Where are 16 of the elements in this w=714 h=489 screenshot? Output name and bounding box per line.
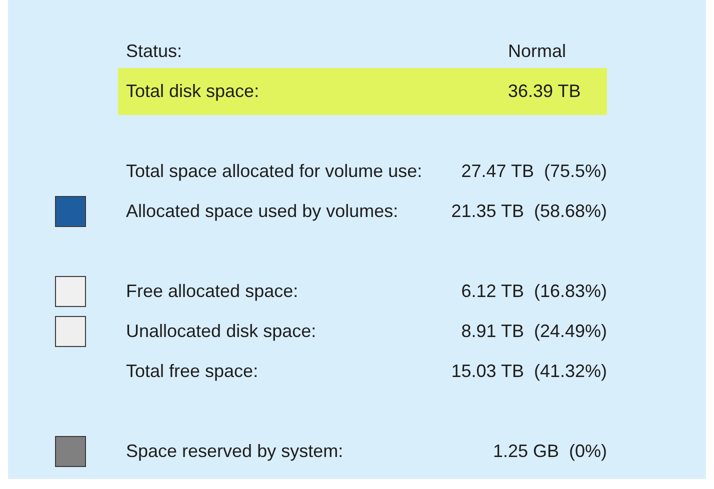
field-value: Normal — [508, 40, 566, 62]
field-label: Total disk space: — [126, 80, 260, 103]
field-value: 1.25 GB (0%) — [492, 440, 607, 463]
field-label: Status: — [126, 40, 184, 62]
field-label: Unallocated disk space: — [126, 320, 318, 343]
field-value: 36.39 TB — [508, 80, 581, 102]
field-label: Allocated space used by volumes: — [126, 200, 400, 223]
field-value: 15.03 TB (41.32%) — [451, 360, 607, 383]
field-label: Space reserved by system: — [126, 440, 344, 463]
field-value: 21.35 TB (58.68%) — [451, 200, 607, 223]
field-value: 8.91 TB (24.49%) — [461, 320, 607, 343]
field-value: 6.12 TB (16.83%) — [461, 280, 607, 303]
field-label: Total space allocated for volume use: — [126, 160, 424, 183]
field-label: Total free space: — [126, 360, 260, 383]
field-label: Free allocated space: — [126, 280, 300, 303]
field-value: 27.47 TB (75.5%) — [461, 160, 607, 183]
